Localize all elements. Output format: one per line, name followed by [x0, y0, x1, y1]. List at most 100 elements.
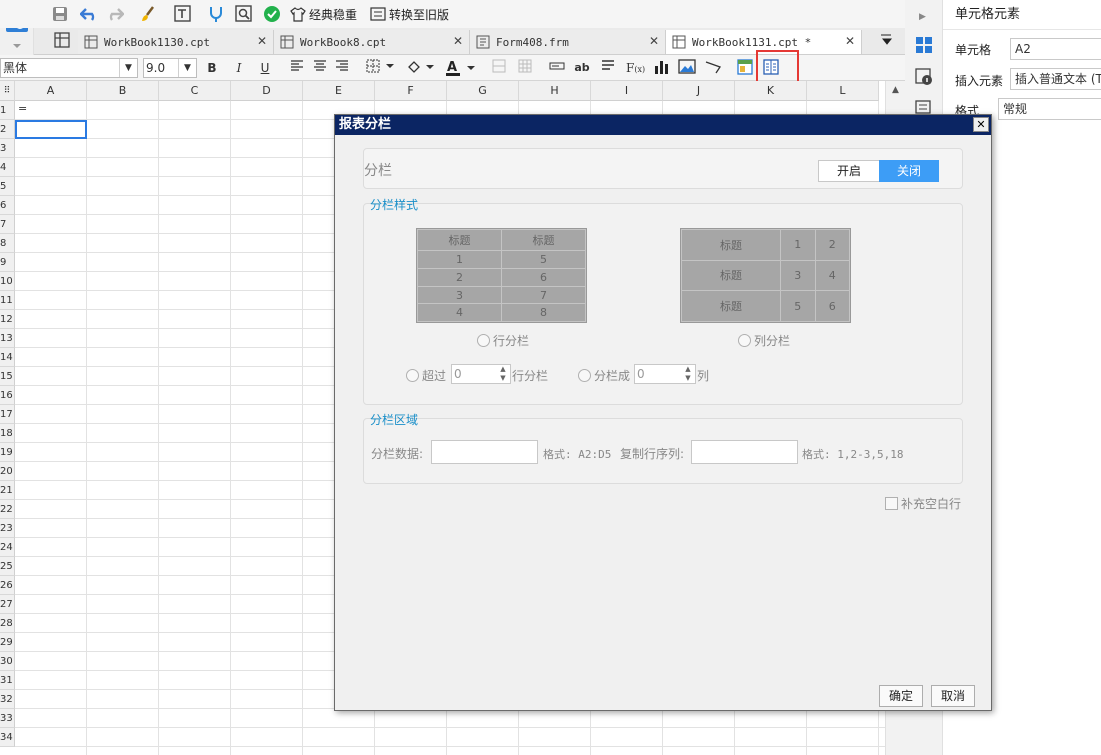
- row-header[interactable]: 2: [0, 120, 15, 139]
- row-header[interactable]: 24: [0, 538, 15, 557]
- row-header[interactable]: 34: [0, 728, 15, 747]
- toggle-on-button[interactable]: 开启: [818, 160, 880, 182]
- plugin-icon[interactable]: [207, 4, 225, 24]
- row-header[interactable]: 20: [0, 462, 15, 481]
- row-header[interactable]: 5: [0, 177, 15, 196]
- column-data-input[interactable]: [431, 440, 538, 464]
- column-header[interactable]: D: [231, 81, 303, 101]
- row-header[interactable]: 17: [0, 405, 15, 424]
- switch-old-version-button[interactable]: 转换至旧版: [370, 4, 449, 24]
- subreport-icon[interactable]: [736, 59, 754, 77]
- split-into-radio[interactable]: [578, 369, 591, 382]
- row-header[interactable]: 10: [0, 272, 15, 291]
- row-header[interactable]: 29: [0, 633, 15, 652]
- column-header[interactable]: F: [375, 81, 447, 101]
- column-header[interactable]: L: [807, 81, 879, 101]
- column-header[interactable]: A: [15, 81, 87, 101]
- exceed-radio[interactable]: [406, 369, 419, 382]
- chevron-right-icon[interactable]: ▶: [919, 12, 926, 22]
- classic-theme-button[interactable]: 经典稳重: [290, 4, 357, 24]
- bold-icon[interactable]: B: [203, 59, 221, 77]
- close-icon[interactable]: ✕: [453, 34, 463, 48]
- copy-rows-input[interactable]: [691, 440, 798, 464]
- row-header[interactable]: 13: [0, 329, 15, 348]
- column-header[interactable]: C: [159, 81, 231, 101]
- row-header[interactable]: 33: [0, 709, 15, 728]
- cell-attribute-icon[interactable]: [915, 68, 933, 89]
- row-header[interactable]: 15: [0, 367, 15, 386]
- row-header[interactable]: 3: [0, 139, 15, 158]
- cell-element-icon[interactable]: [915, 36, 933, 57]
- align-center-icon[interactable]: [311, 59, 329, 77]
- fill-color-icon[interactable]: [405, 59, 435, 77]
- image-icon[interactable]: [678, 59, 696, 77]
- row-header[interactable]: 31: [0, 671, 15, 690]
- toggle-off-button[interactable]: 关闭: [879, 160, 939, 182]
- slash-icon[interactable]: [704, 59, 722, 77]
- brush-icon[interactable]: [139, 4, 157, 24]
- row-header[interactable]: 25: [0, 557, 15, 576]
- column-header[interactable]: I: [591, 81, 663, 101]
- row-header[interactable]: 23: [0, 519, 15, 538]
- select-all-corner[interactable]: ⠿: [0, 81, 15, 101]
- formula-icon[interactable]: F(x): [626, 59, 645, 77]
- font-color-icon[interactable]: A: [444, 59, 476, 77]
- chevron-up-icon[interactable]: ▲: [886, 85, 905, 95]
- col-column-radio[interactable]: [738, 334, 751, 347]
- rich-text-icon[interactable]: [599, 59, 617, 77]
- close-icon[interactable]: ✕: [973, 117, 989, 132]
- column-header[interactable]: H: [519, 81, 591, 101]
- save-icon[interactable]: [52, 4, 68, 24]
- text-element-icon[interactable]: ab: [573, 59, 591, 77]
- italic-icon[interactable]: I: [230, 59, 248, 77]
- row-header[interactable]: 27: [0, 595, 15, 614]
- border-icon[interactable]: [365, 59, 395, 77]
- chart-icon[interactable]: [652, 59, 670, 77]
- grid-icon[interactable]: [54, 32, 70, 51]
- template-preview-icon[interactable]: [174, 4, 192, 24]
- ok-button[interactable]: 确定: [879, 685, 923, 707]
- close-icon[interactable]: ✕: [845, 34, 855, 48]
- cell-a1[interactable]: =: [18, 102, 27, 115]
- row-header[interactable]: 4: [0, 158, 15, 177]
- font-name-select[interactable]: 黑体 ▼: [0, 58, 138, 78]
- row-header[interactable]: 28: [0, 614, 15, 633]
- redo-icon[interactable]: [106, 4, 124, 24]
- format-select[interactable]: 常规: [998, 98, 1101, 120]
- column-header[interactable]: E: [303, 81, 375, 101]
- cell-field[interactable]: A2: [1010, 38, 1101, 60]
- tab-list-icon[interactable]: [880, 33, 896, 50]
- row-header[interactable]: 30: [0, 652, 15, 671]
- row-column-radio[interactable]: [477, 334, 490, 347]
- row-header[interactable]: 26: [0, 576, 15, 595]
- row-header[interactable]: 8: [0, 234, 15, 253]
- selected-cell[interactable]: [15, 120, 87, 139]
- stepper-arrows-icon[interactable]: ▲ ▼: [681, 365, 695, 383]
- font-size-select[interactable]: 9.0 ▼: [143, 58, 197, 78]
- exceed-rows-stepper[interactable]: 0 ▲ ▼: [451, 364, 511, 384]
- column-header[interactable]: K: [735, 81, 807, 101]
- search-preview-icon[interactable]: [235, 4, 253, 24]
- row-header[interactable]: 7: [0, 215, 15, 234]
- row-header[interactable]: 11: [0, 291, 15, 310]
- file-tab[interactable]: Form408.frm ✕: [470, 30, 666, 54]
- align-right-icon[interactable]: [333, 59, 351, 77]
- split-into-stepper[interactable]: 0 ▲ ▼: [634, 364, 696, 384]
- close-icon[interactable]: ✕: [649, 34, 659, 48]
- column-header[interactable]: B: [87, 81, 159, 101]
- row-header[interactable]: 22: [0, 500, 15, 519]
- row-header[interactable]: 16: [0, 386, 15, 405]
- text-field-icon[interactable]: [548, 59, 566, 77]
- stepper-arrows-icon[interactable]: ▲ ▼: [496, 365, 510, 383]
- underline-icon[interactable]: U: [256, 59, 274, 77]
- row-header[interactable]: 18: [0, 424, 15, 443]
- row-header[interactable]: 12: [0, 310, 15, 329]
- column-header[interactable]: G: [447, 81, 519, 101]
- fill-blank-rows-checkbox[interactable]: [885, 497, 898, 510]
- check-icon[interactable]: [263, 4, 281, 24]
- row-header[interactable]: 21: [0, 481, 15, 500]
- column-header[interactable]: J: [663, 81, 735, 101]
- align-left-icon[interactable]: [288, 59, 306, 77]
- file-tab[interactable]: WorkBook8.cpt ✕: [274, 30, 470, 54]
- insert-element-select[interactable]: 插入普通文本 (T: [1010, 68, 1101, 90]
